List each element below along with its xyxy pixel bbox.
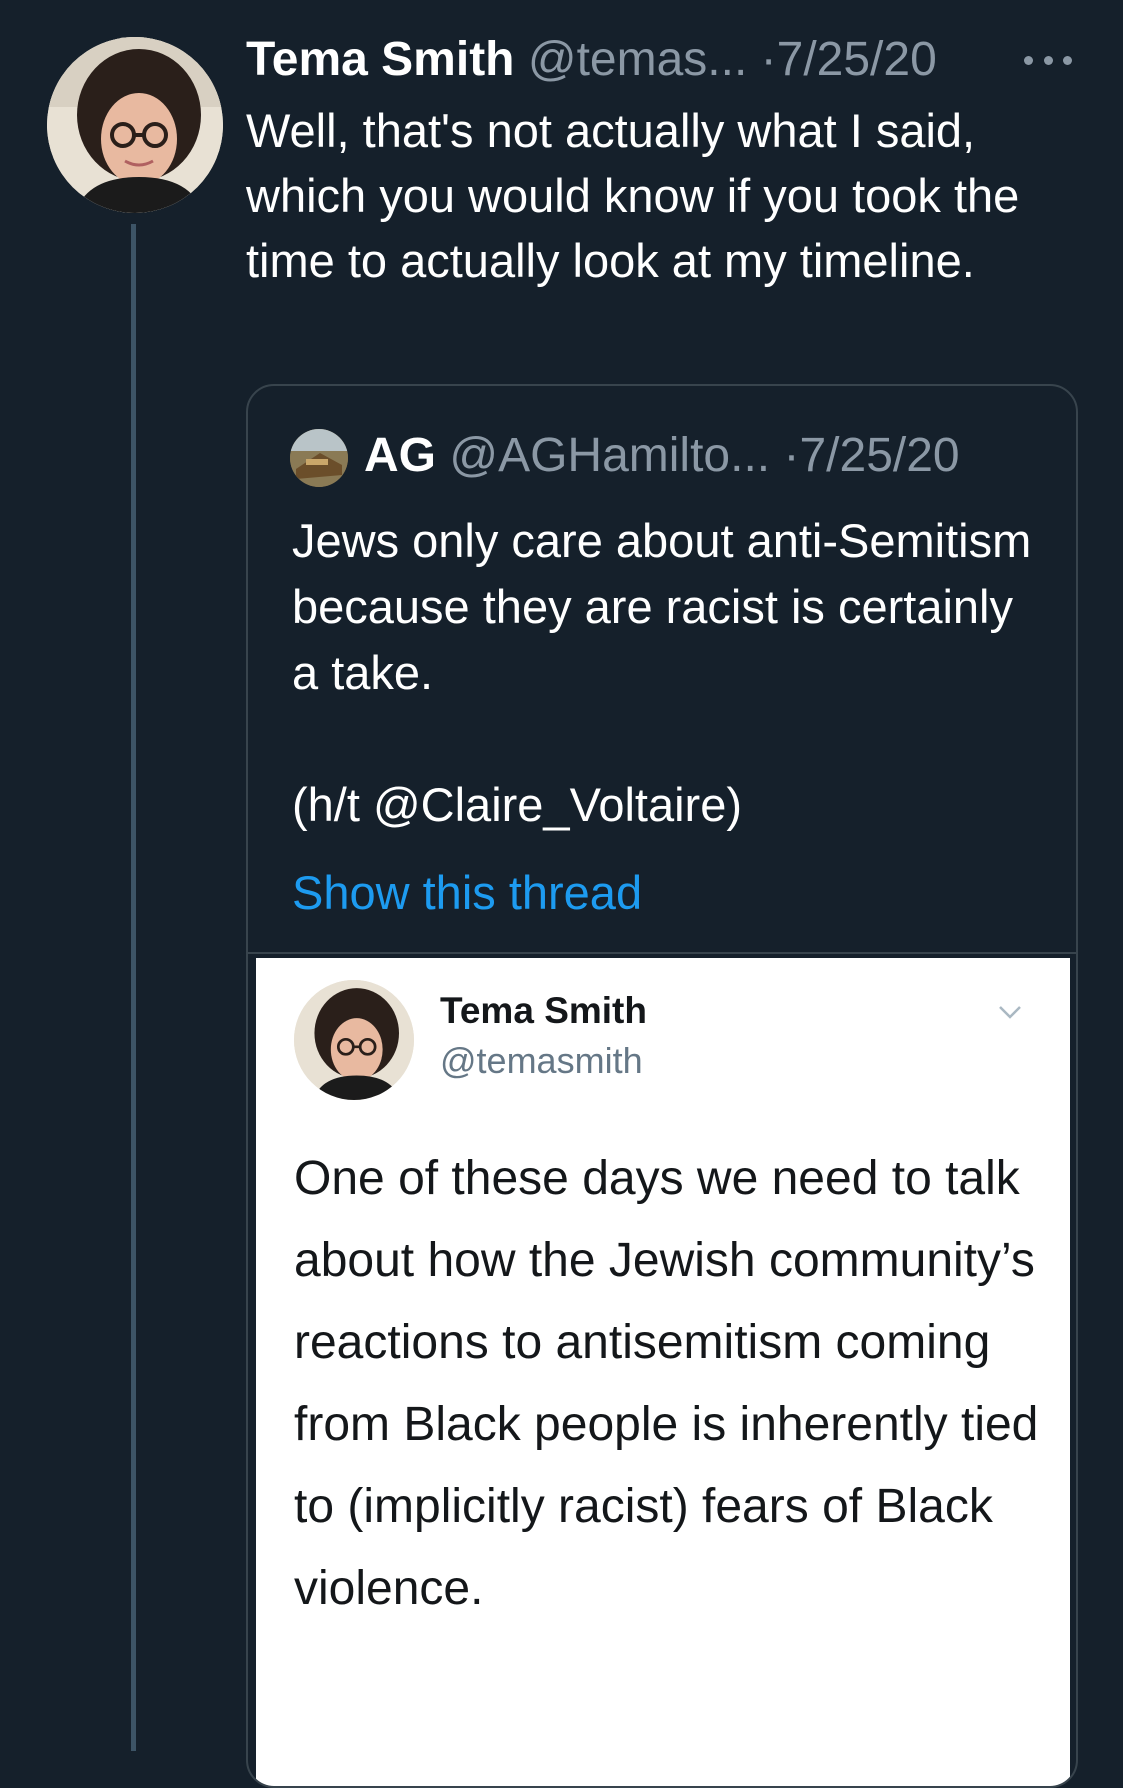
embedded-author-name: Tema Smith bbox=[440, 990, 647, 1031]
avatar[interactable] bbox=[47, 37, 223, 213]
embedded-avatar bbox=[294, 980, 414, 1100]
embedded-tweet-text: One of these days we need to talk about … bbox=[294, 1152, 1039, 1615]
quote-date[interactable]: ·7/25/20 bbox=[783, 429, 959, 482]
quote-author-name[interactable]: AG bbox=[364, 429, 436, 482]
divider bbox=[248, 952, 1076, 954]
embedded-tweet-image[interactable]: Tema Smith @temasmith One of these days … bbox=[256, 958, 1070, 1786]
tweet: Tema Smith @temas... ·7/25/20 Well, that… bbox=[0, 0, 1123, 1788]
tweet-date[interactable]: ·7/25/20 bbox=[761, 33, 937, 86]
thread-line bbox=[131, 224, 136, 1751]
tweet-header: Tema Smith @temas... ·7/25/20 bbox=[246, 30, 1086, 90]
author-name[interactable]: Tema Smith bbox=[246, 33, 515, 86]
tweet-text: Well, that's not actually what I said, w… bbox=[246, 104, 1020, 287]
more-horizontal-icon[interactable] bbox=[1024, 48, 1072, 72]
quoted-tweet[interactable]: AG @AGHamilto... ·7/25/20 Jews only care… bbox=[246, 384, 1078, 1788]
quote-text: Jews only care about anti-Semitism becau… bbox=[292, 514, 1032, 831]
chevron-down-icon bbox=[996, 998, 1024, 1026]
author-handle[interactable]: @temas... bbox=[528, 33, 747, 86]
embedded-author-handle: @temasmith bbox=[440, 1040, 643, 1081]
quote-author-handle[interactable]: @AGHamilto... bbox=[449, 429, 770, 482]
quote-avatar bbox=[290, 429, 348, 487]
quote-header: AG @AGHamilto... ·7/25/20 bbox=[364, 426, 960, 486]
show-thread-link[interactable]: Show this thread bbox=[292, 860, 642, 926]
